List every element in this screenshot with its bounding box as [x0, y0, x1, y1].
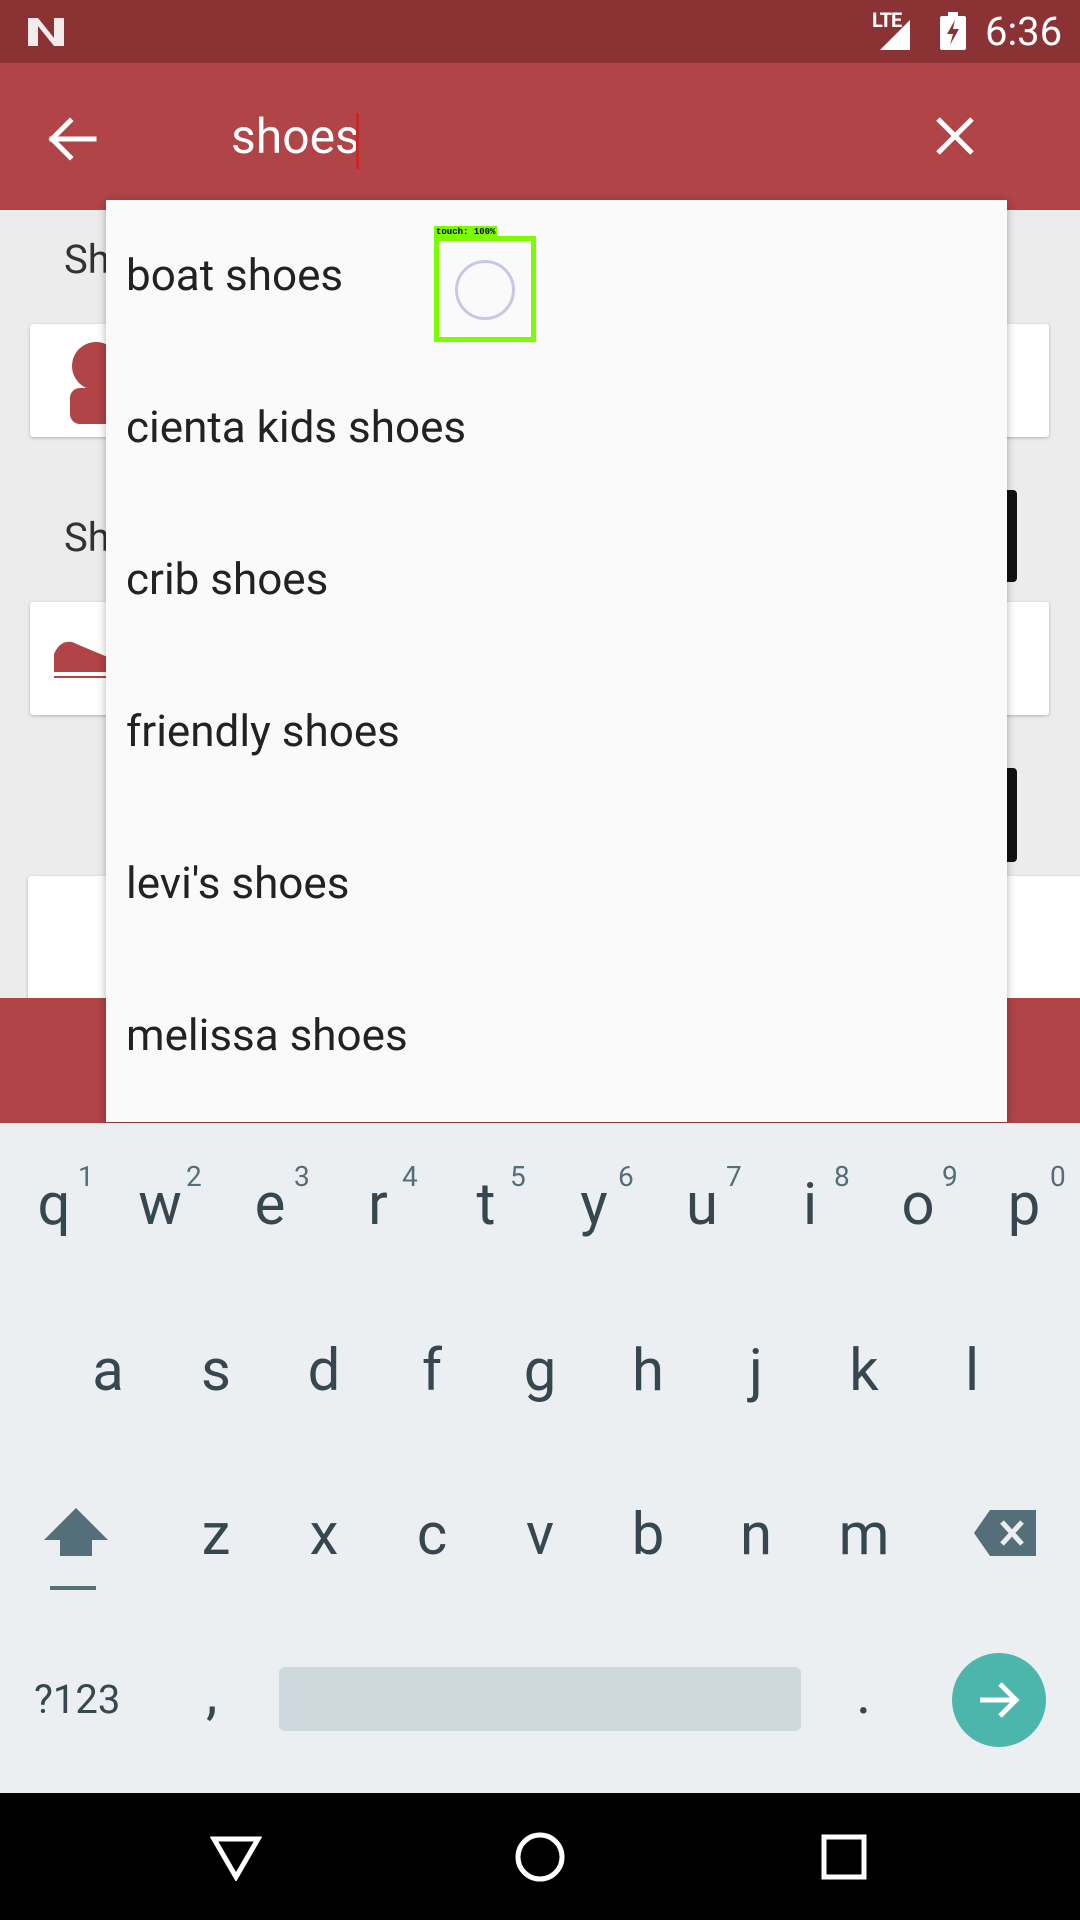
- screen: LTE 6:36 shoes Sh Sh boat shoes cienta k…: [0, 0, 1080, 1920]
- touch-indicator-label: touch: 100%: [434, 226, 498, 238]
- key-a[interactable]: a: [78, 1336, 138, 1406]
- suggestion-label: cienta kids shoes: [126, 401, 467, 453]
- key-o[interactable]: o9: [888, 1160, 957, 1240]
- key-l[interactable]: l: [942, 1336, 1002, 1406]
- key-b[interactable]: b: [618, 1500, 678, 1570]
- nav-home-icon[interactable]: [514, 1831, 566, 1883]
- space-bar[interactable]: [279, 1667, 801, 1731]
- key-j[interactable]: j: [726, 1336, 786, 1406]
- key-p[interactable]: p0: [994, 1160, 1066, 1240]
- key-f[interactable]: f: [402, 1336, 462, 1406]
- notification-n-icon: [28, 18, 64, 46]
- search-suggestions: boat shoes cienta kids shoes crib shoes …: [106, 200, 1007, 1122]
- system-nav-bar: [0, 1793, 1080, 1920]
- key-z[interactable]: z: [186, 1500, 246, 1570]
- status-bar: LTE 6:36: [0, 0, 1080, 63]
- suggestion-label: crib shoes: [126, 553, 329, 605]
- key-v[interactable]: v: [510, 1500, 570, 1570]
- suggestion-item[interactable]: cienta kids shoes: [106, 352, 1007, 504]
- key-w[interactable]: w2: [130, 1160, 202, 1240]
- key-d[interactable]: d: [294, 1336, 354, 1406]
- key-r[interactable]: r4: [348, 1160, 418, 1240]
- suggestion-label: melissa shoes: [126, 1009, 408, 1061]
- cell-signal-icon: [880, 20, 910, 50]
- clear-search-icon[interactable]: [930, 111, 980, 161]
- text-cursor: [356, 113, 359, 169]
- suggestion-item[interactable]: boat shoes: [106, 200, 1007, 352]
- key-m[interactable]: m: [834, 1500, 894, 1570]
- suggestion-item[interactable]: friendly shoes: [106, 656, 1007, 808]
- nav-back-icon[interactable]: [210, 1833, 262, 1881]
- section-heading: Sh: [64, 514, 110, 561]
- nav-recents-icon[interactable]: [820, 1833, 868, 1881]
- period-key[interactable]: .: [856, 1660, 871, 1728]
- key-i[interactable]: i8: [780, 1160, 850, 1240]
- key-n[interactable]: n: [726, 1500, 786, 1570]
- suggestion-label: friendly shoes: [126, 705, 400, 757]
- symbols-key[interactable]: ?123: [34, 1676, 120, 1724]
- battery-charging-icon: [940, 12, 966, 50]
- key-k[interactable]: k: [834, 1336, 894, 1406]
- section-heading: Sh: [64, 236, 110, 283]
- enter-key[interactable]: [952, 1653, 1046, 1747]
- suggestion-item[interactable]: melissa shoes: [106, 960, 1007, 1112]
- key-u[interactable]: u7: [672, 1160, 742, 1240]
- key-x[interactable]: x: [294, 1500, 354, 1570]
- suggestion-item[interactable]: crib shoes: [106, 504, 1007, 656]
- touch-point-circle: [455, 260, 515, 320]
- arrow-right-icon: [980, 1682, 1020, 1718]
- key-s[interactable]: s: [186, 1336, 246, 1406]
- suggestion-label: levi's shoes: [126, 857, 350, 909]
- key-c[interactable]: c: [402, 1500, 462, 1570]
- clock: 6:36: [985, 8, 1063, 55]
- comma-key[interactable]: ,: [206, 1660, 217, 1728]
- back-arrow-icon[interactable]: [44, 111, 100, 167]
- search-input[interactable]: shoes: [231, 105, 360, 169]
- key-h[interactable]: h: [618, 1336, 678, 1406]
- search-toolbar: shoes: [0, 63, 1080, 210]
- shift-key-icon[interactable]: [40, 1500, 112, 1596]
- backspace-icon[interactable]: [972, 1508, 1038, 1558]
- key-q[interactable]: q1: [24, 1160, 94, 1240]
- suggestion-item[interactable]: levi's shoes: [106, 808, 1007, 960]
- key-g[interactable]: g: [510, 1336, 570, 1406]
- suggestion-label: boat shoes: [126, 249, 344, 301]
- key-y[interactable]: y6: [564, 1160, 633, 1240]
- key-e[interactable]: e3: [240, 1160, 310, 1240]
- key-t[interactable]: t5: [456, 1160, 526, 1240]
